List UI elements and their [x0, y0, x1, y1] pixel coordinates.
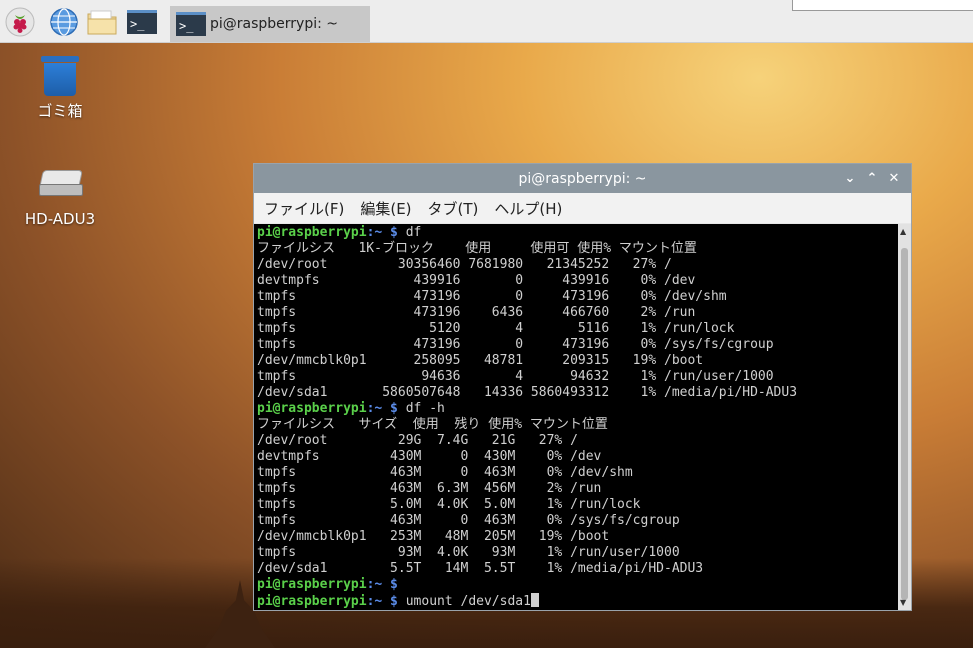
taskbar-task-label: pi@raspberrypi: ~: [210, 16, 339, 32]
menu-file[interactable]: ファイル(F): [264, 198, 344, 219]
terminal-launcher[interactable]: >_: [126, 6, 158, 38]
folder-icon: [87, 10, 117, 35]
terminal-output-line: /dev/root 30356460 7681980 21345252 27% …: [257, 257, 672, 272]
terminal-icon: >_: [176, 12, 206, 36]
terminal-output-line: tmpfs 463M 6.3M 456M 2% /run: [257, 481, 602, 496]
window-title: pi@raspberrypi: ~: [518, 170, 647, 187]
prompt-user-host: pi@raspberrypi: [257, 577, 367, 592]
terminal-output-line: tmpfs 473196 0 473196 0% /dev/shm: [257, 289, 727, 304]
prompt-path: :~ $: [366, 401, 406, 416]
terminal-prompt-line: pi@raspberrypi:~ $: [257, 577, 898, 593]
terminal-output-line: tmpfs 5.0M 4.0K 5.0M 1% /run/lock: [257, 497, 641, 512]
scrollbar[interactable]: ▲ ▼: [898, 224, 911, 610]
prompt-command: df -h: [405, 401, 445, 416]
terminal-output-line: ファイルシス 1K-ブロック 使用 使用可 使用% マウント位置: [257, 241, 697, 256]
close-button[interactable]: ✕: [885, 169, 903, 187]
desktop-icon-label: ゴミ箱: [37, 102, 83, 120]
prompt-path: :~ $: [366, 577, 406, 592]
prompt-user-host: pi@raspberrypi: [257, 401, 367, 416]
prompt-user-host: pi@raspberrypi: [257, 594, 367, 609]
chevron-down-icon: ⌄: [844, 170, 856, 186]
terminal-output-line: /dev/sda1 5.5T 14M 5.5T 1% /media/pi/HD-…: [257, 561, 704, 576]
menu-edit[interactable]: 編集(E): [360, 198, 411, 219]
prompt-path: :~ $: [366, 225, 406, 240]
terminal-icon: >_: [127, 10, 157, 34]
terminal-output-line: /dev/root 29G 7.4G 21G 27% /: [257, 433, 578, 448]
prompt-command: umount /dev/sda1: [405, 594, 531, 609]
scroll-down-icon[interactable]: ▼: [900, 598, 906, 607]
terminal-prompt-line: pi@raspberrypi:~ $ df -h: [257, 401, 898, 417]
menu-bar: ファイル(F) 編集(E) タブ(T) ヘルプ(H): [254, 193, 911, 223]
terminal-output-line: /dev/sda1 5860507648 14336 5860493312 1%…: [257, 385, 798, 400]
terminal-output-line: devtmpfs 439916 0 439916 0% /dev: [257, 273, 696, 288]
terminal-output-line: tmpfs 473196 0 473196 0% /sys/fs/cgroup: [257, 337, 774, 352]
maximize-button[interactable]: ⌃: [863, 169, 881, 187]
terminal-output-line: tmpfs 463M 0 463M 0% /dev/shm: [257, 465, 633, 480]
text-cursor: [530, 593, 539, 607]
prompt-path: :~ $: [366, 594, 406, 609]
terminal-prompt-line: pi@raspberrypi:~ $ df: [257, 225, 898, 241]
window-titlebar[interactable]: pi@raspberrypi: ~ ⌄ ⌃ ✕: [254, 164, 911, 193]
file-manager-launcher[interactable]: [86, 6, 118, 38]
chevron-up-icon: ⌃: [866, 170, 878, 186]
terminal-output-line: tmpfs 94636 4 94632 1% /run/user/1000: [257, 369, 774, 384]
menu-tabs[interactable]: タブ(T): [428, 198, 479, 219]
terminal-output-line: devtmpfs 430M 0 430M 0% /dev: [257, 449, 602, 464]
terminal-output-line: tmpfs 93M 4.0K 93M 1% /run/user/1000: [257, 545, 680, 560]
terminal-window: pi@raspberrypi: ~ ⌄ ⌃ ✕ ファイル(F) 編集(E) タブ…: [253, 163, 912, 611]
prompt-command: df: [405, 225, 422, 240]
taskbar: >_ >_ pi@raspberrypi: ~: [0, 0, 973, 43]
raspberry-menu-button[interactable]: [4, 6, 36, 38]
prompt-user-host: pi@raspberrypi: [257, 225, 367, 240]
globe-icon: [50, 8, 78, 36]
web-browser-launcher[interactable]: [48, 6, 80, 38]
terminal-output-line: tmpfs 5120 4 5116 1% /run/lock: [257, 321, 735, 336]
scrollbar-thumb[interactable]: [901, 248, 908, 600]
taskbar-right-area: [792, 0, 973, 11]
close-icon: ✕: [888, 170, 900, 186]
raspberry-icon: [5, 7, 35, 37]
scroll-up-icon[interactable]: ▲: [900, 227, 906, 236]
terminal-output-line: tmpfs 473196 6436 466760 2% /run: [257, 305, 696, 320]
terminal-output[interactable]: pi@raspberrypi:~ $ df ファイルシス 1K-ブロック 使用 使…: [254, 224, 898, 610]
desktop-icon-trash[interactable]: ゴミ箱: [20, 56, 100, 121]
minimize-button[interactable]: ⌄: [841, 169, 859, 187]
menu-help[interactable]: ヘルプ(H): [494, 198, 562, 219]
taskbar-task-terminal[interactable]: >_ pi@raspberrypi: ~: [170, 6, 370, 42]
terminal-output-line: tmpfs 463M 0 463M 0% /sys/fs/cgroup: [257, 513, 680, 528]
terminal-prompt-line: pi@raspberrypi:~ $ umount /dev/sda1: [257, 593, 898, 609]
terminal-output-line: /dev/mmcblk0p1 258095 48781 209315 19% /…: [257, 353, 704, 368]
desktop-icon-drive[interactable]: HD-ADU3: [20, 166, 100, 228]
terminal-output-line: ファイルシス サイズ 使用 残り 使用% マウント位置: [257, 417, 608, 432]
hard-drive-icon: [39, 166, 83, 196]
terminal-output-line: /dev/mmcblk0p1 253M 48M 205M 19% /boot: [257, 529, 610, 544]
trash-icon: [41, 56, 79, 96]
desktop-icon-label: HD-ADU3: [24, 210, 96, 228]
